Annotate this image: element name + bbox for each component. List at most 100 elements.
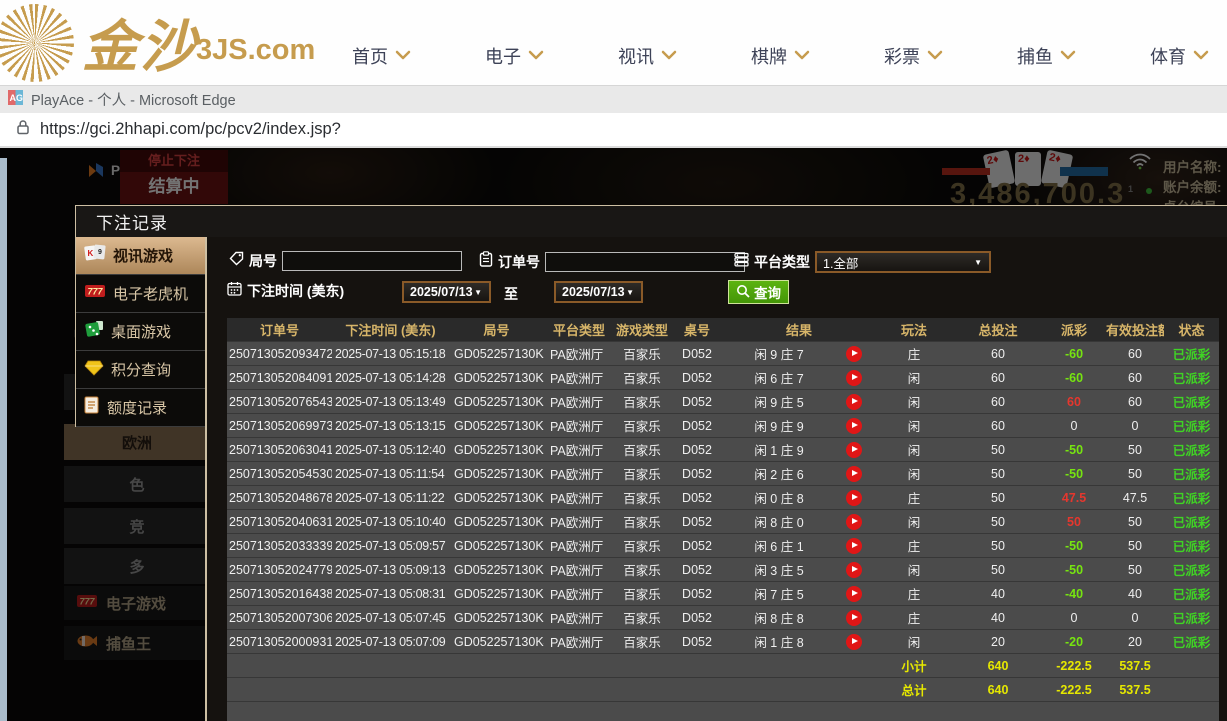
empty-row (227, 702, 1219, 721)
chevron-down-icon (927, 47, 943, 65)
total-label: 小计 (874, 656, 954, 675)
dice-icon (84, 319, 104, 344)
round-number: GD052257130K9 (449, 515, 544, 529)
play-video-button[interactable] (846, 346, 862, 362)
platform: PA欧洲厅 (544, 344, 614, 363)
play-video-button[interactable] (846, 370, 862, 386)
play-video-button[interactable] (846, 538, 862, 554)
result: 闲 8 庄 0 (724, 512, 834, 531)
col-header: 下注时间 (美东) (332, 320, 449, 339)
play-video-button[interactable] (846, 634, 862, 650)
valid-bet: 40 (1106, 587, 1164, 601)
play-cell (834, 466, 874, 482)
play-cell (834, 346, 874, 362)
play-cell (834, 442, 874, 458)
platform: PA欧洲厅 (544, 416, 614, 435)
url-bar[interactable]: https://gci.2hhapi.com/pc/pcv2/index.jsp… (0, 113, 1227, 148)
platform-filter: 平台类型 1.全部▼ (734, 251, 991, 273)
svg-text:9: 9 (98, 249, 102, 256)
valid-bet-sum: 537.5 (1106, 659, 1164, 673)
order-number: 250713052000931 (227, 635, 332, 649)
play-video-button[interactable] (846, 466, 862, 482)
result: 闲 0 庄 8 (724, 488, 834, 507)
status-badge: 已派彩 (1164, 536, 1219, 555)
nav-item-6[interactable]: 捕鱼 (1017, 43, 1076, 69)
play-video-button[interactable] (846, 562, 862, 578)
platform-list-icon (734, 252, 749, 272)
valid-bet: 20 (1106, 635, 1164, 649)
play-video-button[interactable] (846, 610, 862, 626)
total-bet: 60 (954, 419, 1042, 433)
valid-bet: 50 (1106, 539, 1164, 553)
round-number: GD052257130KA (449, 491, 544, 505)
platform-select[interactable]: 1.全部▼ (815, 251, 991, 273)
game-type: 百家乐 (614, 344, 670, 363)
table-number: D052 (670, 419, 724, 433)
url-text[interactable]: https://gci.2hhapi.com/pc/pcv2/index.jsp… (40, 120, 341, 139)
table-number: D052 (670, 611, 724, 625)
status-badge: 已派彩 (1164, 368, 1219, 387)
sun-logo-icon (0, 4, 74, 82)
nav-item-1[interactable]: 首页 (352, 43, 411, 69)
play-video-button[interactable] (846, 514, 862, 530)
screen: 金沙 3JS.com 首页电子视讯棋牌彩票捕鱼体育 AG PlayAce - 个… (0, 0, 1227, 721)
bet-time: 2025-07-13 05:14:28 (332, 371, 449, 385)
play-cell (834, 586, 874, 602)
date-from-select[interactable]: 2025/07/13▼ (402, 281, 491, 303)
platform: PA欧洲厅 (544, 608, 614, 627)
table-number: D052 (670, 515, 724, 529)
bet-side: 闲 (874, 392, 954, 411)
nav-item-2[interactable]: 电子 (485, 43, 544, 69)
nav-item-7[interactable]: 体育 (1150, 43, 1209, 69)
table-number: D052 (670, 539, 724, 553)
sidebar-item-电子老虎机[interactable]: 777电子老虎机 (76, 275, 207, 313)
game-type: 百家乐 (614, 440, 670, 459)
bet-time: 2025-07-13 05:09:57 (332, 539, 449, 553)
nav-item-5[interactable]: 彩票 (884, 43, 943, 69)
col-header: 订单号 (227, 320, 332, 339)
status-badge: 已派彩 (1164, 512, 1219, 531)
total-bet: 20 (954, 635, 1042, 649)
round-number: GD052257130KC (449, 443, 544, 457)
play-video-button[interactable] (846, 418, 862, 434)
nav-item-4[interactable]: 棋牌 (751, 43, 810, 69)
valid-bet: 60 (1106, 347, 1164, 361)
play-cell (834, 394, 874, 410)
game-type: 百家乐 (614, 560, 670, 579)
nav-item-3[interactable]: 视讯 (618, 43, 677, 69)
chevron-down-icon: ▼ (626, 288, 634, 297)
sidebar-item-积分查询[interactable]: 积分查询 (76, 351, 207, 389)
date-to-select[interactable]: 2025/07/13▼ (554, 281, 643, 303)
sidebar-item-桌面游戏[interactable]: 桌面游戏 (76, 313, 207, 351)
search-button[interactable]: 查询 (728, 280, 789, 304)
play-video-button[interactable] (846, 490, 862, 506)
status-badge: 已派彩 (1164, 464, 1219, 483)
status-badge: 已派彩 (1164, 416, 1219, 435)
play-video-button[interactable] (846, 586, 862, 602)
chevron-down-icon: ▼ (974, 258, 982, 267)
payout: -20 (1042, 635, 1106, 649)
table-number: D052 (670, 467, 724, 481)
order-number: 250713052093472 (227, 347, 332, 361)
lock-icon[interactable] (16, 119, 30, 140)
status-badge: 已派彩 (1164, 608, 1219, 627)
col-header: 平台类型 (544, 320, 614, 339)
platform-label: 平台类型 (754, 252, 810, 272)
game-type: 百家乐 (614, 488, 670, 507)
play-video-button[interactable] (846, 442, 862, 458)
play-video-button[interactable] (846, 394, 862, 410)
slot-777-icon: 777 (84, 282, 106, 305)
order-number: 250713052040631 (227, 515, 332, 529)
sidebar-item-额度记录[interactable]: 额度记录 (76, 389, 207, 427)
total-bet-sum: 640 (954, 683, 1042, 697)
order-input[interactable] (545, 252, 745, 272)
order-number: 250713052076543 (227, 395, 332, 409)
platform: PA欧洲厅 (544, 536, 614, 555)
round-input[interactable] (282, 251, 462, 271)
table-row: 2507130520164382025-07-13 05:08:31GD0522… (227, 582, 1219, 606)
game-type: 百家乐 (614, 608, 670, 627)
sidebar-item-视讯游戏[interactable]: K9视讯游戏 (76, 237, 207, 275)
bet-time: 2025-07-13 05:08:31 (332, 587, 449, 601)
bet-time: 2025-07-13 05:11:22 (332, 491, 449, 505)
logo-chinese: 金沙 (82, 2, 198, 83)
